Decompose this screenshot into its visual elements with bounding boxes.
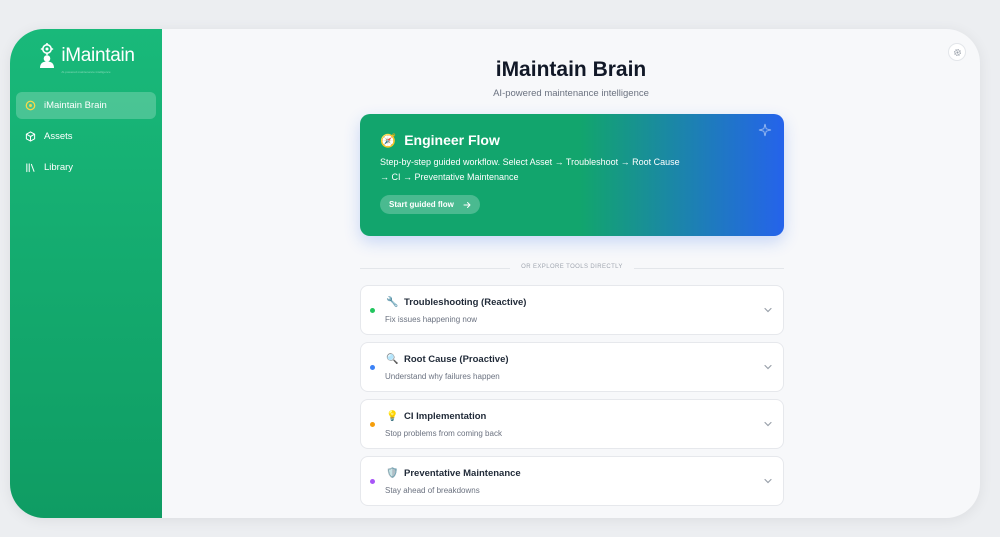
shield-icon: 🛡️ — [386, 468, 399, 479]
sidebar-item-imaintain-brain[interactable]: iMaintain Brain — [16, 92, 156, 119]
app-window: iMaintain AI-powered maintenance intelli… — [10, 29, 980, 518]
magnifier-icon: 🔍 — [386, 354, 399, 365]
tool-subtitle: Understand why failures happen — [385, 372, 500, 381]
chevron-down-icon[interactable] — [763, 305, 773, 315]
start-guided-flow-button[interactable]: Start guided flow — [380, 195, 480, 214]
brain-icon — [25, 100, 36, 111]
compass-icon: 🧭 — [380, 132, 397, 148]
button-label: Start guided flow — [389, 200, 454, 209]
wrench-icon: 🔧 — [386, 297, 399, 308]
status-dot — [370, 479, 375, 484]
tool-card-troubleshooting[interactable]: 🔧 Troubleshooting (Reactive) Fix issues … — [360, 285, 784, 335]
tool-title: Root Cause (Proactive) — [404, 354, 509, 365]
tool-card-preventative-maintenance[interactable]: 🛡️ Preventative Maintenance Stay ahead o… — [360, 456, 784, 506]
hero-description: Step-by-step guided workflow. Select Ass… — [380, 157, 680, 182]
tool-subtitle: Stay ahead of breakdowns — [385, 486, 480, 495]
tool-card-root-cause[interactable]: 🔍 Root Cause (Proactive) Understand why … — [360, 342, 784, 392]
brand-name: iMaintain — [61, 45, 135, 66]
chevron-down-icon[interactable] — [763, 419, 773, 429]
tool-title: Preventative Maintenance — [404, 468, 521, 479]
sparkle-icon — [758, 123, 772, 137]
tools-divider: OR EXPLORE TOOLS DIRECTLY — [360, 264, 784, 272]
tool-title: Troubleshooting (Reactive) — [404, 297, 527, 308]
brand-tagline: AI-powered maintenance intelligence — [61, 70, 111, 74]
sidebar: iMaintain AI-powered maintenance intelli… — [10, 29, 162, 518]
tool-subtitle: Stop problems from coming back — [385, 429, 502, 438]
sidebar-item-label: Library — [44, 162, 74, 173]
engineer-flow-card[interactable]: 🧭 Engineer Flow Step-by-step guided work… — [360, 114, 784, 236]
status-dot — [370, 422, 375, 427]
page-subtitle: AI-powered maintenance intelligence — [493, 88, 649, 99]
arrow-right-icon — [463, 201, 471, 208]
tool-card-ci-implementation[interactable]: 💡 CI Implementation Stop problems from c… — [360, 399, 784, 449]
sidebar-item-library[interactable]: Library — [16, 154, 156, 181]
status-dot — [370, 365, 375, 370]
engineer-logo-icon — [40, 43, 55, 68]
page-title: iMaintain Brain — [495, 58, 647, 81]
sidebar-item-label: iMaintain Brain — [44, 100, 107, 111]
sidebar-item-label: Assets — [44, 131, 73, 142]
sidebar-nav: iMaintain Brain Assets Library — [10, 92, 162, 181]
divider-label: OR EXPLORE TOOLS DIRECTLY — [521, 264, 623, 270]
chevron-down-icon[interactable] — [763, 476, 773, 486]
lightbulb-icon: 💡 — [386, 411, 399, 422]
sidebar-item-assets[interactable]: Assets — [16, 123, 156, 150]
tool-title: CI Implementation — [404, 411, 487, 422]
cube-icon — [25, 131, 36, 142]
main-content: iMaintain Brain AI-powered maintenance i… — [162, 29, 980, 518]
gear-icon — [953, 48, 961, 56]
chevron-down-icon[interactable] — [763, 362, 773, 372]
status-dot — [370, 308, 375, 313]
tool-subtitle: Fix issues happening now — [385, 315, 478, 324]
brand[interactable]: iMaintain — [10, 41, 162, 71]
library-icon — [25, 162, 36, 173]
hero-title: Engineer Flow — [404, 132, 500, 148]
hero-header: 🧭 Engineer Flow — [380, 132, 764, 148]
